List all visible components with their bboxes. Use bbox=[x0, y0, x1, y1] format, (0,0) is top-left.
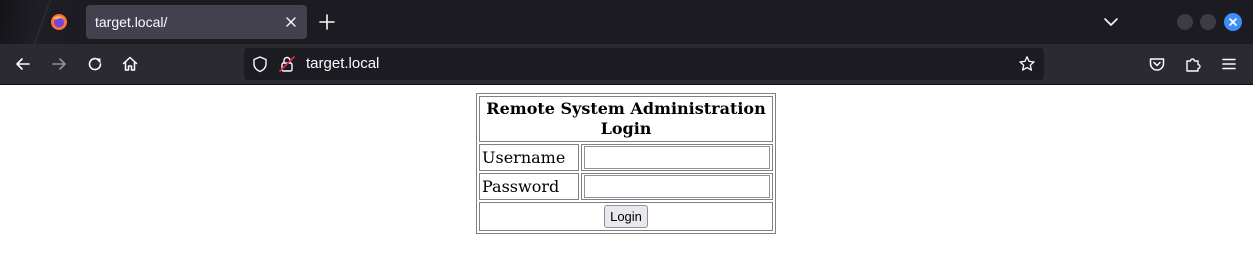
list-all-tabs-chevron-down-icon[interactable] bbox=[1100, 11, 1122, 33]
tab-close-icon[interactable] bbox=[281, 12, 301, 32]
minimize-window-button[interactable] bbox=[1177, 14, 1193, 30]
firefox-logo-icon[interactable] bbox=[50, 13, 68, 31]
login-button[interactable]: Login bbox=[604, 205, 648, 228]
page-content: Remote System Administration Login Usern… bbox=[0, 85, 1253, 256]
home-icon[interactable] bbox=[119, 53, 141, 75]
login-table: Remote System Administration Login Usern… bbox=[476, 93, 776, 234]
reload-icon[interactable] bbox=[84, 53, 106, 75]
tab-bar: target.local/ bbox=[0, 0, 1253, 44]
login-heading: Remote System Administration Login bbox=[479, 96, 773, 142]
forward-arrow-icon[interactable] bbox=[48, 53, 70, 75]
password-input-cell bbox=[581, 173, 773, 200]
address-bar[interactable]: target.local bbox=[244, 48, 1044, 80]
close-icon bbox=[1229, 18, 1237, 26]
insecure-lock-icon[interactable] bbox=[278, 55, 296, 73]
username-label: Username bbox=[479, 144, 579, 171]
hamburger-menu-icon[interactable] bbox=[1218, 53, 1240, 75]
password-input[interactable] bbox=[584, 175, 770, 198]
navigation-toolbar: target.local bbox=[0, 44, 1253, 85]
submit-cell: Login bbox=[479, 202, 773, 231]
username-row: Username bbox=[479, 144, 773, 171]
active-tab[interactable]: target.local/ bbox=[86, 5, 307, 39]
extensions-puzzle-icon[interactable] bbox=[1182, 53, 1204, 75]
username-input[interactable] bbox=[584, 146, 770, 169]
tab-bar-decoration bbox=[0, 0, 90, 44]
url-text[interactable]: target.local bbox=[306, 48, 379, 80]
tab-title: target.local/ bbox=[95, 14, 168, 30]
maximize-window-button[interactable] bbox=[1200, 14, 1216, 30]
pocket-icon[interactable] bbox=[1146, 53, 1168, 75]
tracking-protection-shield-icon[interactable] bbox=[251, 55, 269, 73]
username-input-cell bbox=[581, 144, 773, 171]
password-row: Password bbox=[479, 173, 773, 200]
new-tab-plus-icon[interactable] bbox=[316, 11, 338, 33]
heading-row: Remote System Administration Login bbox=[479, 96, 773, 142]
close-window-button[interactable] bbox=[1224, 13, 1242, 31]
bookmark-star-icon[interactable] bbox=[1018, 55, 1036, 73]
back-arrow-icon[interactable] bbox=[12, 53, 34, 75]
submit-row: Login bbox=[479, 202, 773, 231]
password-label: Password bbox=[479, 173, 579, 200]
